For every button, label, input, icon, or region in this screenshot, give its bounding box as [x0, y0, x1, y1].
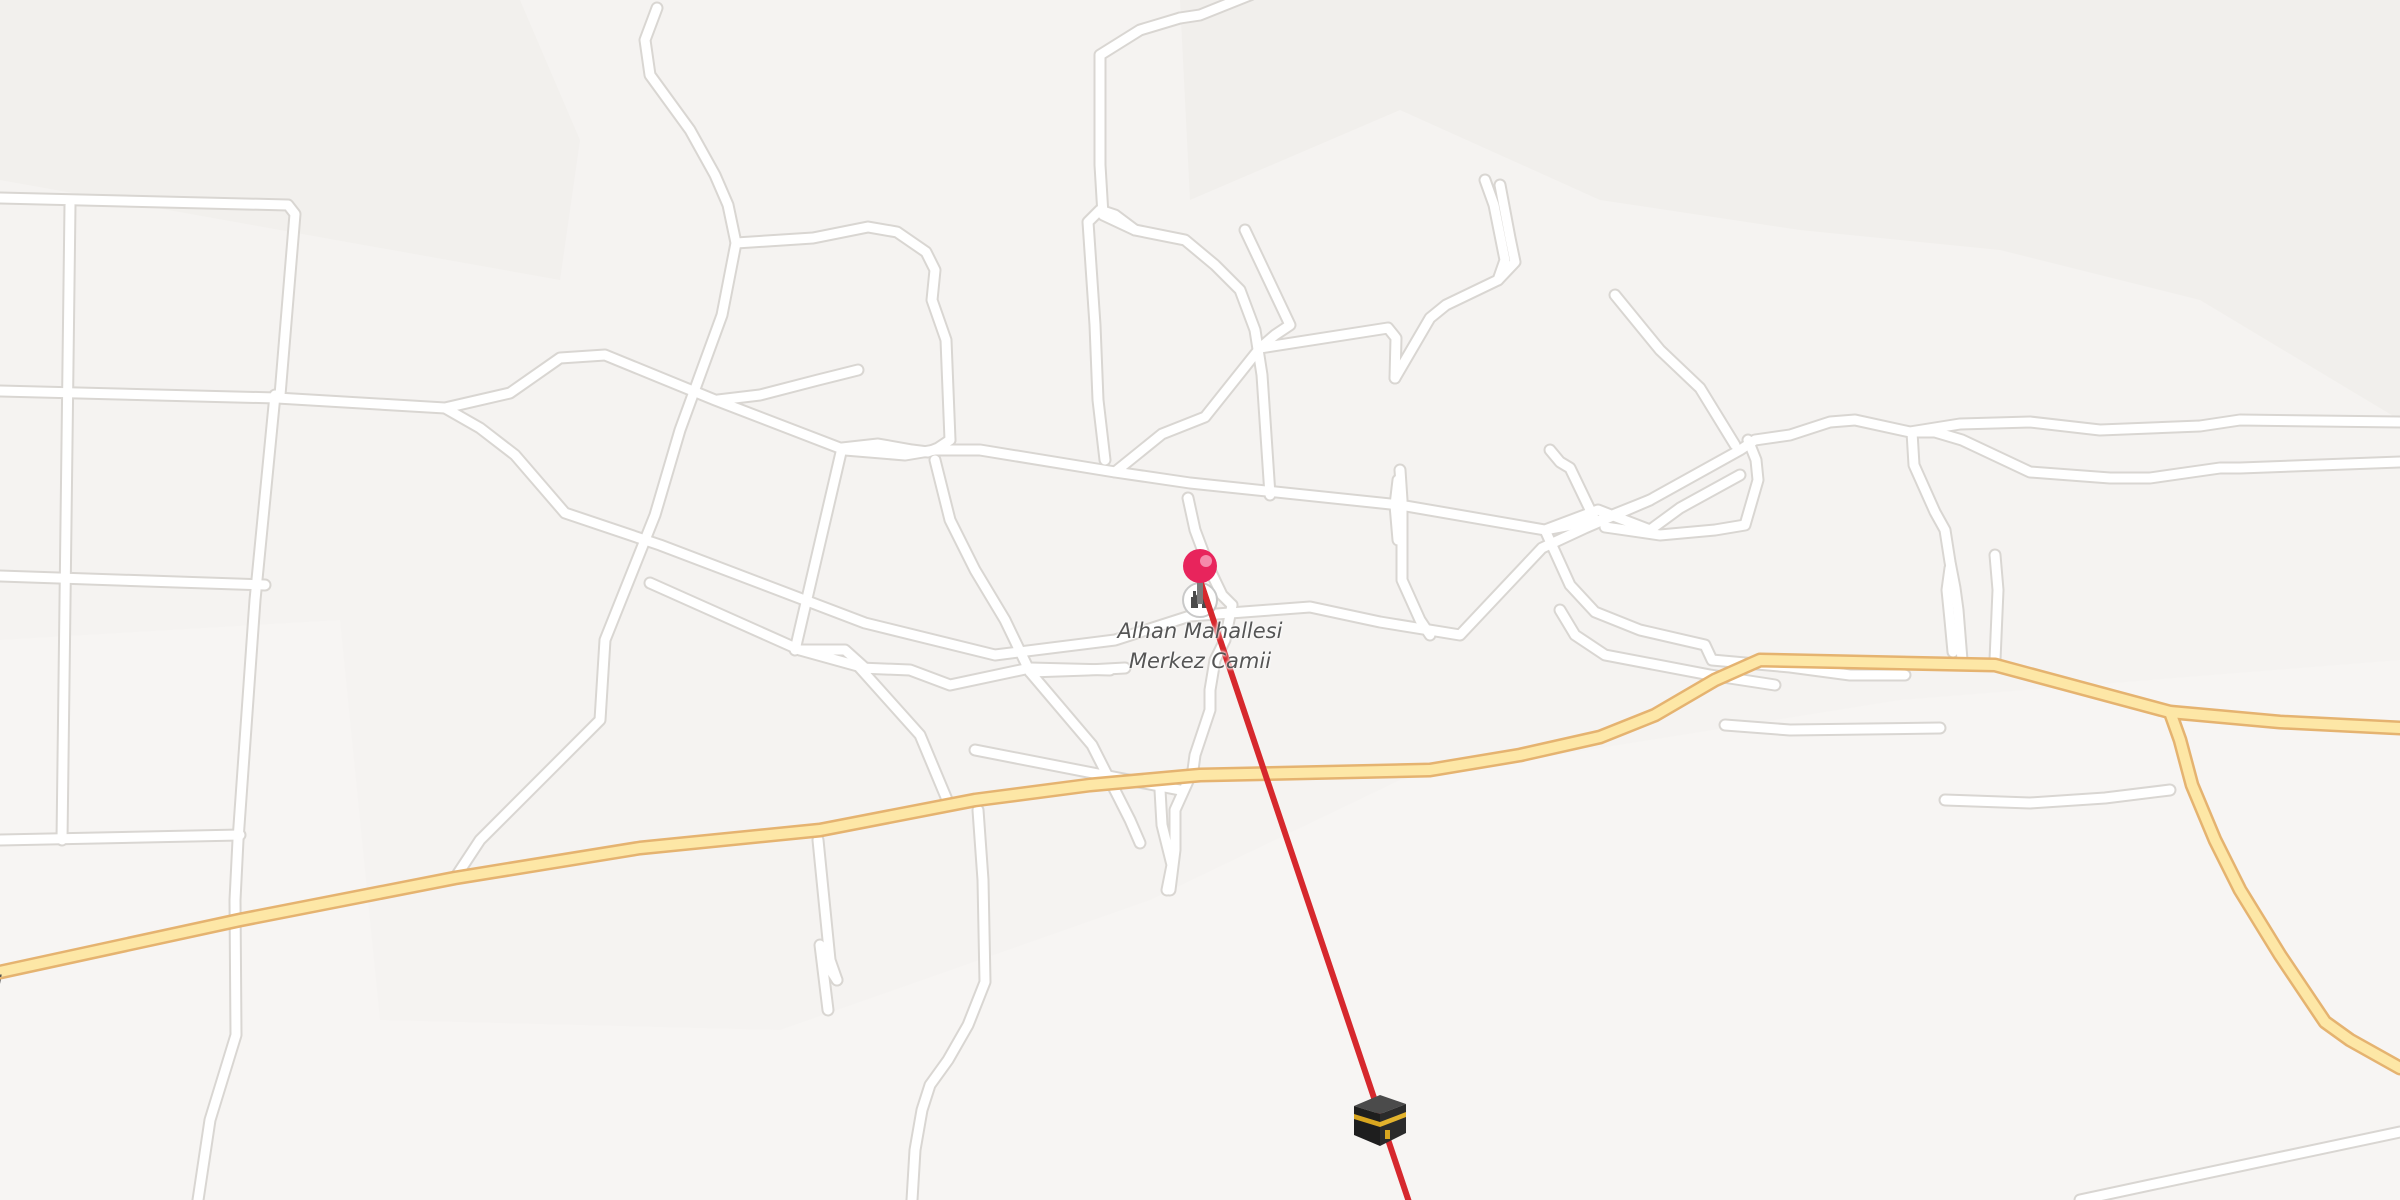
mosque-name-line2: Merkez Camii	[1128, 649, 1272, 673]
map-canvas[interactable]	[0, 0, 2400, 1200]
mosque-label: Alhan Mahallesi Merkez Camii	[1100, 616, 1300, 676]
mosque-name-line1: Alhan Mahallesi	[1117, 619, 1283, 643]
map-view[interactable]: Alhan Mahallesi Merkez Camii i	[0, 0, 2400, 1200]
edge-road-label: i	[0, 972, 2, 996]
